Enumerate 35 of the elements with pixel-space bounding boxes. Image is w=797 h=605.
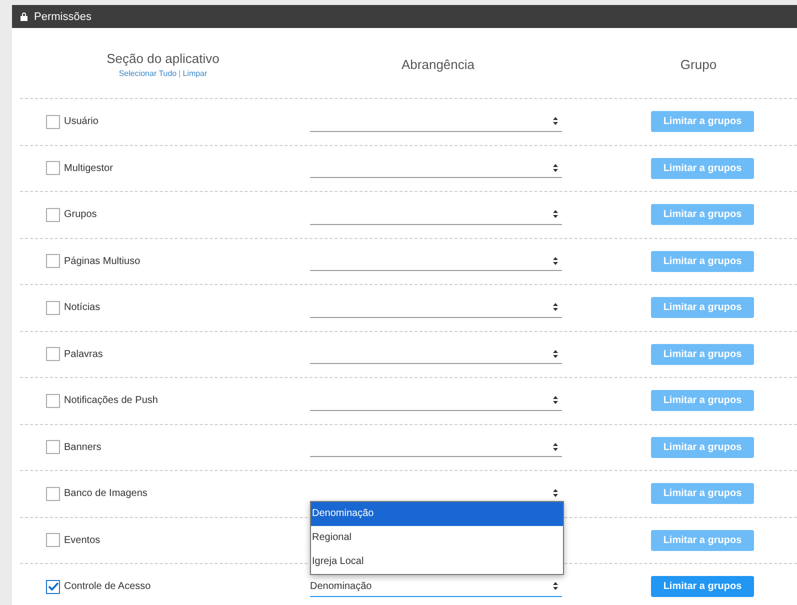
section-label: Notícias [64, 302, 100, 314]
sort-arrows-icon [553, 396, 558, 404]
sort-arrows-icon [553, 350, 558, 358]
scope-select[interactable]: Denominação [310, 576, 562, 597]
panel-title: Permissões [34, 10, 92, 22]
section-label: Banners [64, 442, 102, 453]
select-link[interactable]: Selecionar Tudo [118, 69, 177, 78]
column-header: Grupo [680, 57, 717, 72]
separator: | [178, 69, 181, 78]
section-label: Usuário [64, 116, 98, 128]
sort-arrows-icon [553, 164, 558, 172]
sort-arrows-icon [553, 442, 558, 451]
dropdown-option[interactable]: Regional [311, 526, 563, 550]
section-label: Palavras [64, 348, 103, 360]
section-label: Notificações de Push [64, 395, 158, 406]
column-header: Abrangência [402, 57, 474, 72]
section-label: Grupos [64, 209, 97, 220]
dropdown-option[interactable]: Igreja Local [311, 550, 563, 574]
sort-arrows-icon [553, 210, 558, 218]
section-label: Eventos [64, 534, 100, 546]
sort-arrows-icon [553, 117, 558, 126]
section-label: Banco de Imagens [64, 488, 148, 500]
section-label: Multigestor [64, 162, 113, 174]
sort-arrows-icon [553, 303, 558, 312]
limit-groups-button[interactable]: Limitar a grupos [651, 576, 754, 598]
checkbox[interactable] [46, 580, 60, 594]
select-link[interactable]: Limpar [182, 69, 208, 78]
section-label: Controle de Acesso [64, 581, 151, 592]
lock-icon [20, 12, 28, 21]
section-label: Páginas Multiuso [64, 256, 140, 267]
column-header: Seção do aplicativo [106, 51, 220, 66]
sort-arrows-icon [553, 256, 558, 265]
sort-arrows-icon [553, 582, 558, 590]
sort-arrows-icon [553, 489, 558, 498]
dropdown-option[interactable]: Denominação [311, 502, 563, 526]
